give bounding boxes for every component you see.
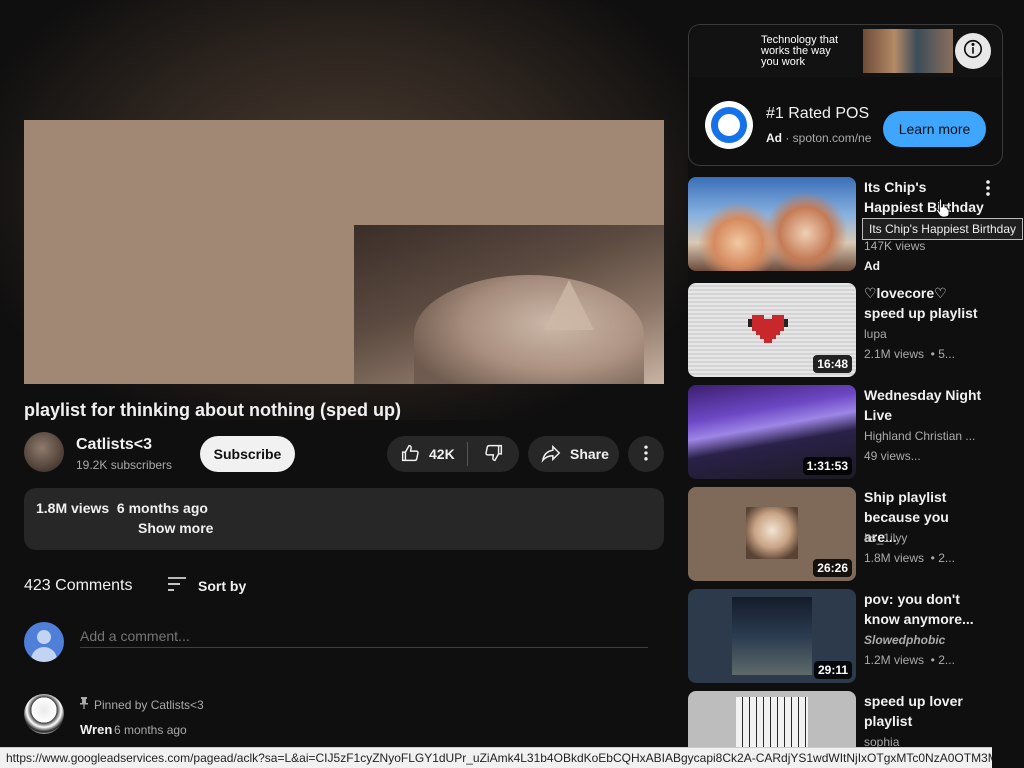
add-comment-input[interactable] xyxy=(80,624,648,648)
recommendation-title[interactable]: pov: you don't know anymore... xyxy=(864,589,984,629)
channel-avatar[interactable] xyxy=(24,432,64,472)
recommendation-title[interactable]: Its Chip's Happiest Birthday xyxy=(864,177,984,217)
recommendation-item[interactable]: 16:48 ♡lovecore♡ speed up playlist lupa … xyxy=(688,283,1024,377)
video-thumbnail[interactable] xyxy=(688,177,856,271)
cat-image xyxy=(414,275,644,384)
recommendation-item[interactable]: 29:11 pov: you don't know anymore... Slo… xyxy=(688,589,1024,683)
ad-badge: Ad xyxy=(864,259,880,273)
more-vert-icon xyxy=(980,180,996,201)
share-label: Share xyxy=(570,446,609,462)
recommendation-stats: 1.8M views • 2... xyxy=(864,551,955,565)
status-bar-url: https://www.googleadservices.com/pagead/… xyxy=(0,747,992,768)
video-title: playlist for thinking about nothing (spe… xyxy=(24,400,401,420)
hand-cursor-icon xyxy=(936,198,950,218)
ad-title[interactable]: #1 Rated POS xyxy=(766,105,869,123)
ad-domain: spoton.com/ne xyxy=(792,131,872,145)
sort-by-button[interactable]: Sort by xyxy=(166,575,246,596)
pixel-heart-icon xyxy=(748,311,788,348)
description-box[interactable]: 1.8M views 6 months ago Show more xyxy=(24,488,664,550)
video-thumbnail[interactable]: 1:31:53 xyxy=(688,385,856,479)
more-actions-button[interactable] xyxy=(628,436,664,472)
thumbs-up-icon xyxy=(399,442,421,467)
recommendation-channel[interactable]: Its_1ilyy xyxy=(864,531,984,545)
recommendation-stats: 49 views... xyxy=(864,449,921,463)
recommendation-title[interactable]: speed up lover playlist xyxy=(864,691,984,731)
recommendation-title[interactable]: Wednesday Night Live xyxy=(864,385,984,425)
video-thumbnail[interactable]: 29:11 xyxy=(688,589,856,683)
subscribe-button[interactable]: Subscribe xyxy=(200,436,295,472)
recommendation-channel[interactable]: Highland Christian ... xyxy=(864,429,984,443)
ad-info-button[interactable] xyxy=(955,33,991,69)
recommendation-stats: 2.1M views • 5... xyxy=(864,347,955,361)
recommendation-stats: 1.2M views • 2... xyxy=(864,653,955,667)
like-button[interactable]: 42K xyxy=(387,436,467,472)
video-player[interactable] xyxy=(24,120,664,384)
cat-ear xyxy=(544,280,594,330)
share-icon xyxy=(540,442,562,467)
ad-banner-text: Technology that works the way you work xyxy=(761,34,839,68)
share-button[interactable]: Share xyxy=(528,436,619,472)
view-count-date: 1.8M views 6 months ago xyxy=(36,500,208,516)
pinned-by-text: Pinned by Catlists<3 xyxy=(94,697,204,712)
avatar-head xyxy=(37,630,51,644)
sort-icon xyxy=(166,575,188,596)
sponsored-ad-card[interactable]: Technology that works the way you work #… xyxy=(688,24,1003,166)
info-icon xyxy=(962,38,984,65)
comment-author[interactable]: Wren xyxy=(80,722,112,737)
thumbs-down-icon xyxy=(483,442,505,467)
user-avatar xyxy=(24,622,64,662)
video-duration: 29:11 xyxy=(813,661,852,679)
pinned-indicator: Pinned by Catlists<3 xyxy=(80,697,204,712)
avatar-body xyxy=(31,647,57,662)
dislike-button[interactable] xyxy=(468,436,519,472)
video-thumbnail[interactable]: 16:48 xyxy=(688,283,856,377)
title-tooltip: Its Chip's Happiest Birthday xyxy=(862,218,1024,240)
video-thumbnail[interactable]: 26:26 xyxy=(688,487,856,581)
advertiser-logo xyxy=(705,101,753,149)
recommendation-title[interactable]: ♡lovecore♡ speed up playlist xyxy=(864,283,984,323)
subscriber-count: 19.2K subscribers xyxy=(76,458,173,472)
ad-banner[interactable]: Technology that works the way you work xyxy=(689,25,1002,77)
ad-label: Ad xyxy=(766,131,782,145)
night-scene-image xyxy=(732,597,812,675)
video-duration: 1:31:53 xyxy=(802,457,852,475)
comment-timestamp[interactable]: 6 months ago xyxy=(114,723,187,737)
ad-banner-image xyxy=(863,29,953,73)
channel-name[interactable]: Catlists<3 xyxy=(76,436,152,454)
video-frame-cat xyxy=(354,225,664,384)
pin-icon xyxy=(80,697,88,712)
comment-author-avatar[interactable] xyxy=(24,694,64,734)
recommendation-item[interactable]: 1:31:53 Wednesday Night Live Highland Ch… xyxy=(688,385,1024,479)
ad-meta: Ad · spoton.com/ne xyxy=(766,131,872,145)
recommendation-channel[interactable]: lupa xyxy=(864,327,984,341)
video-duration: 26:26 xyxy=(813,559,852,577)
recommendation-channel[interactable]: Slowedphobic xyxy=(864,633,984,647)
learn-more-button[interactable]: Learn more xyxy=(883,111,986,147)
more-vert-icon xyxy=(636,443,656,466)
sort-label: Sort by xyxy=(198,577,247,594)
comments-count: 423 Comments xyxy=(24,577,133,594)
cat-photo xyxy=(746,507,798,559)
recommendation-menu-button[interactable] xyxy=(980,179,996,199)
video-duration: 16:48 xyxy=(813,355,852,373)
like-count: 42K xyxy=(429,446,455,462)
show-more-button[interactable]: Show more xyxy=(138,520,213,536)
recommendation-item[interactable]: 26:26 Ship playlist because you are... I… xyxy=(688,487,1024,581)
recommendation-stats: 147K views xyxy=(864,239,926,253)
like-dislike-group: 42K xyxy=(387,436,519,472)
